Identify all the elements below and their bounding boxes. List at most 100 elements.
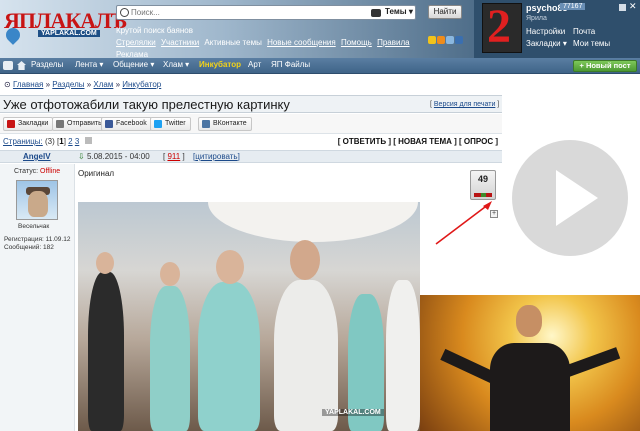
settings-link[interactable]: Настройки: [526, 27, 565, 36]
header-link[interactable]: Новые сообщения: [267, 38, 336, 47]
author-info: Статус: Offline Весельчак Регистрация: 1…: [0, 164, 75, 431]
star-icon[interactable]: [428, 36, 436, 44]
header-link[interactable]: Помощь: [341, 38, 372, 47]
facebook-icon: [105, 120, 113, 128]
nav-item-chat-label: Общение: [113, 60, 149, 69]
pages-label[interactable]: Страницы:: [3, 137, 43, 146]
vk-icon: [202, 120, 210, 128]
nav-item-art[interactable]: Арт: [248, 60, 261, 69]
author-status: Статус: Offline: [14, 168, 60, 175]
nav-item-sections[interactable]: Разделы: [31, 60, 63, 69]
print-version-link[interactable]: Версия для печати: [434, 101, 495, 108]
image-watermark: YAPLAKAL.COM: [322, 409, 384, 416]
new-post-button[interactable]: + Новый пост: [573, 60, 637, 72]
post-number: [ 911 ]: [163, 152, 185, 161]
last-page-icon[interactable]: [84, 137, 92, 144]
author-rank: Весельчак: [18, 223, 50, 230]
home-icon[interactable]: [17, 61, 26, 70]
user-role: Ярила: [526, 15, 547, 22]
breadcrumb-item[interactable]: Инкубатор: [122, 80, 161, 89]
twitter-button[interactable]: Twitter: [150, 117, 191, 131]
my-topics-link[interactable]: Мои темы: [573, 39, 610, 48]
search-button[interactable]: Найти: [428, 5, 462, 19]
search-box: Темы ▾: [116, 5, 416, 20]
post-header: AngelV ⇩ 5.08.2015 - 04:00 [ 911 ] [цити…: [0, 150, 502, 163]
bookmark-button[interactable]: Закладки: [3, 117, 54, 131]
bookmark-icon[interactable]: [455, 36, 463, 44]
new-topic-link[interactable]: НОВАЯ ТЕМА: [398, 137, 452, 146]
pages-count: (3): [45, 137, 55, 146]
pagination-row: Страницы: (3) [1] 2 3 [ ОТВЕТИТЬ ] [ НОВ…: [0, 135, 502, 149]
post-link-icon[interactable]: ⇩: [78, 152, 85, 161]
search-scope-label: Темы: [385, 7, 407, 16]
topic-header: Уже отфотожабили такую прелестную картин…: [0, 95, 502, 113]
nav-item-feed[interactable]: Лента ▾: [75, 60, 103, 69]
header-link[interactable]: Участники: [161, 38, 199, 47]
header-link[interactable]: Реклама: [116, 50, 148, 58]
print-version: [ Версия для печати ]: [430, 101, 500, 108]
nav-item-chat[interactable]: Общение ▾: [113, 60, 154, 69]
user-avatar[interactable]: 2: [482, 0, 522, 53]
page-title: Уже отфотожабили такую прелестную картин…: [3, 97, 290, 112]
page-link[interactable]: 2: [68, 137, 72, 146]
reaction-gif: [420, 295, 640, 431]
post-date: ⇩ 5.08.2015 - 04:00: [78, 152, 150, 161]
rss-icon[interactable]: [437, 36, 445, 44]
send-button[interactable]: Отправить: [52, 117, 107, 131]
main-nav: Разделы Лента ▾ Общение ▾ Хлам ▾ Инкубат…: [0, 58, 640, 74]
video-play-button[interactable]: [512, 140, 628, 256]
quote-link[interactable]: [цитировать]: [193, 152, 240, 161]
nav-logo-icon[interactable]: [3, 61, 13, 70]
nav-item-junk[interactable]: Хлам ▾: [163, 60, 189, 69]
bookmarks-label: Закладки: [526, 39, 561, 48]
header-link[interactable]: Стрелялки: [116, 38, 156, 47]
notification-icon[interactable]: [619, 4, 626, 11]
pagination: Страницы: (3) [1] 2 3: [3, 137, 92, 146]
author-registered: Регистрация: 11.09.12: [4, 236, 71, 243]
avatar-digit: 2: [487, 0, 511, 53]
send-button-label: Отправить: [67, 120, 102, 127]
post-image[interactable]: YAPLAKAL.COM: [78, 202, 420, 431]
rating-widget[interactable]: 49: [470, 170, 496, 200]
mail-link[interactable]: Почта: [573, 27, 595, 36]
vkontakte-button-label: ВКонтакте: [213, 120, 247, 127]
site-header: ЯПЛАКАЛЪ YAPLAKAL.COM Темы ▾ Найти Круто…: [0, 0, 640, 58]
breadcrumb-item[interactable]: Главная: [13, 80, 43, 89]
page-link[interactable]: 3: [75, 137, 79, 146]
vkontakte-button[interactable]: ВКонтакте: [198, 117, 252, 131]
header-link[interactable]: Активные темы: [204, 38, 261, 47]
breadcrumb-icon: ⊙: [4, 80, 11, 89]
facebook-button-label: Facebook: [116, 120, 147, 127]
header-link[interactable]: Правила: [377, 38, 409, 47]
quote-link-label: цитировать: [195, 152, 238, 161]
twitter-icon: [154, 120, 162, 128]
reply-link[interactable]: ОТВЕТИТЬ: [343, 137, 387, 146]
logout-icon[interactable]: ✕: [629, 1, 637, 12]
mail-icon: [56, 120, 64, 128]
new-post-label: Новый пост: [585, 61, 631, 70]
header-link[interactable]: Крутой поиск баянов: [116, 26, 193, 35]
nav-item-files[interactable]: ЯП Файлы: [271, 60, 310, 69]
bookmark-icon: [7, 120, 15, 128]
bookmarks-menu[interactable]: Закладки ▾: [526, 39, 567, 48]
tag-icon[interactable]: [446, 36, 454, 44]
camera-icon[interactable]: [371, 9, 381, 17]
breadcrumb-item[interactable]: Хлам: [93, 80, 113, 89]
header-links: Крутой поиск баянов Стрелялки Участники …: [116, 25, 416, 58]
search-input[interactable]: [131, 7, 351, 18]
nav-item-junk-label: Хлам: [163, 60, 183, 69]
author-avatar[interactable]: [16, 180, 58, 220]
play-icon: [556, 170, 598, 226]
search-icon: [120, 8, 129, 17]
breadcrumb-item[interactable]: Разделы: [52, 80, 84, 89]
post-date-text: 5.08.2015 - 04:00: [86, 152, 150, 161]
nav-item-incubator[interactable]: Инкубатор: [199, 60, 241, 69]
facebook-button[interactable]: Facebook: [101, 117, 152, 131]
site-logo-sub: YAPLAKAL.COM: [38, 30, 100, 37]
poll-link[interactable]: ОПРОС: [464, 137, 493, 146]
bookmark-button-label: Закладки: [18, 120, 49, 127]
rating-value: 49: [477, 174, 488, 184]
search-scope-select[interactable]: Темы ▾: [385, 7, 413, 16]
post-number-link[interactable]: 911: [167, 152, 180, 161]
post-author[interactable]: AngelV: [23, 152, 51, 161]
